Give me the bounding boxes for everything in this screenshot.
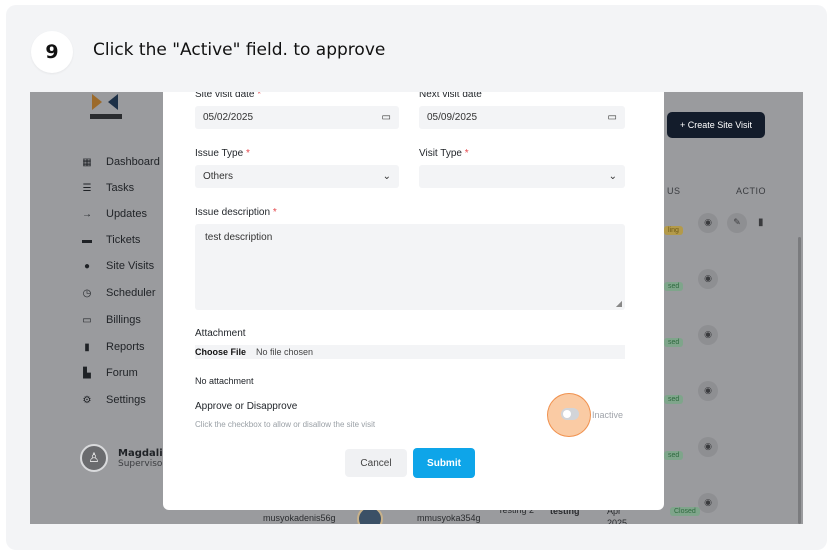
sidebar-item-site-visits[interactable]: ● Site Visits: [80, 256, 154, 276]
view-eye-icon[interactable]: ◉: [698, 437, 718, 457]
edit-pencil-icon[interactable]: ✎: [727, 213, 747, 233]
avatar: ♙: [80, 444, 108, 472]
calendar-icon: ▭: [607, 112, 617, 123]
updates-icon: →: [82, 208, 92, 220]
file-status: No file chosen: [256, 347, 314, 357]
actions-column-header: ACTIO: [736, 186, 767, 196]
ticket-icon: ▬: [82, 234, 92, 246]
report-icon: ▮: [84, 341, 90, 353]
submit-button[interactable]: Submit: [413, 448, 475, 478]
issue-type-select[interactable]: Others ⌄: [195, 165, 399, 188]
sidebar-item-dashboard[interactable]: ▦ Dashboard: [80, 152, 160, 172]
delete-trash-icon[interactable]: ▮: [758, 217, 764, 228]
create-site-visit-button[interactable]: + Create Site Visit: [667, 112, 765, 138]
approve-hint: Click the checkbox to allow or disallow …: [195, 420, 376, 429]
calendar-icon: ▭: [381, 112, 391, 123]
approve-label: Approve or Disapprove: [195, 401, 298, 412]
sidebar-item-forum[interactable]: ▙ Forum: [80, 363, 138, 383]
status-badge: ling: [664, 226, 683, 235]
chevron-down-icon: ⌄: [608, 171, 617, 182]
site-visit-date-label: Site visit date *: [195, 92, 262, 100]
visit-type-label: Visit Type *: [419, 148, 469, 159]
view-eye-icon[interactable]: ◉: [698, 325, 718, 345]
sidebar: ▦ Dashboard ☰ Tasks → Updates ▬ Tickets ● Sit…: [30, 92, 177, 524]
step-number-badge: 9: [31, 31, 73, 73]
no-attachment-text: No attachment: [195, 376, 254, 386]
sidebar-item-updates[interactable]: → Updates: [80, 204, 147, 224]
issue-description-label: Issue description *: [195, 207, 277, 218]
issue-type-label: Issue Type *: [195, 148, 250, 159]
sidebar-item-tickets[interactable]: ▬ Tickets: [80, 230, 140, 250]
attachment-file-input[interactable]: Choose File No file chosen: [195, 345, 625, 359]
attachment-label: Attachment: [195, 328, 246, 339]
approve-toggle[interactable]: [561, 408, 579, 420]
step-instruction: Click the "Active" field. to approve: [93, 40, 386, 60]
chevron-down-icon: ⌄: [382, 171, 391, 182]
next-visit-date-input[interactable]: 05/09/2025 ▭: [419, 106, 625, 129]
toggle-knob: [563, 410, 571, 418]
site-visit-modal: Site visit date * 05/02/2025 ▭ Next visit…: [163, 92, 664, 510]
chat-icon: ▙: [83, 367, 91, 379]
calendar-icon: ◷: [82, 287, 92, 299]
table-cell-email: mmusyoka354g: [417, 513, 481, 523]
status-badge: sed: [664, 338, 684, 347]
cancel-button[interactable]: Cancel: [345, 449, 407, 477]
site-visit-date-input[interactable]: 05/02/2025 ▭: [195, 106, 399, 129]
choose-file-button[interactable]: Choose File: [195, 347, 246, 357]
location-pin-icon: ●: [83, 260, 91, 272]
status-column-header: US: [667, 186, 681, 196]
next-visit-date-label: Next visit date: [419, 92, 482, 100]
issue-description-textarea[interactable]: test description ◢: [195, 224, 625, 310]
approve-toggle-label[interactable]: Inactive: [592, 410, 623, 420]
visit-type-select[interactable]: ⌄: [419, 165, 625, 188]
status-badge: sed: [664, 395, 684, 404]
view-eye-icon[interactable]: ◉: [698, 493, 718, 513]
tasks-icon: ☰: [82, 182, 92, 194]
teamkazi-logo: [90, 94, 122, 119]
resize-handle-icon[interactable]: ◢: [616, 299, 622, 308]
billing-icon: ▭: [82, 314, 92, 326]
dashboard-icon: ▦: [82, 156, 92, 168]
user-icon: ♙: [88, 450, 100, 466]
status-badge: sed: [664, 451, 684, 460]
table-cell-email: musyokadenis56g: [263, 513, 336, 523]
view-eye-icon[interactable]: ◉: [698, 213, 718, 233]
status-badge: Closed: [670, 507, 700, 516]
view-eye-icon[interactable]: ◉: [698, 269, 718, 289]
view-eye-icon[interactable]: ◉: [698, 381, 718, 401]
status-badge: sed: [664, 282, 684, 291]
sidebar-item-billings[interactable]: ▭ Billings: [80, 310, 141, 330]
page-scrollbar[interactable]: [798, 237, 801, 524]
sidebar-item-scheduler[interactable]: ◷ Scheduler: [80, 283, 156, 303]
table-cell-date-year: 2025: [607, 518, 628, 524]
sidebar-item-settings[interactable]: ⚙ Settings: [80, 390, 146, 410]
settings-icon: ⚙: [82, 394, 92, 406]
app-screenshot: ▦ Dashboard ☰ Tasks → Updates ▬ Tickets ● Sit…: [30, 92, 803, 524]
sidebar-item-tasks[interactable]: ☰ Tasks: [80, 178, 135, 198]
sidebar-item-reports[interactable]: ▮ Reports: [80, 337, 144, 357]
